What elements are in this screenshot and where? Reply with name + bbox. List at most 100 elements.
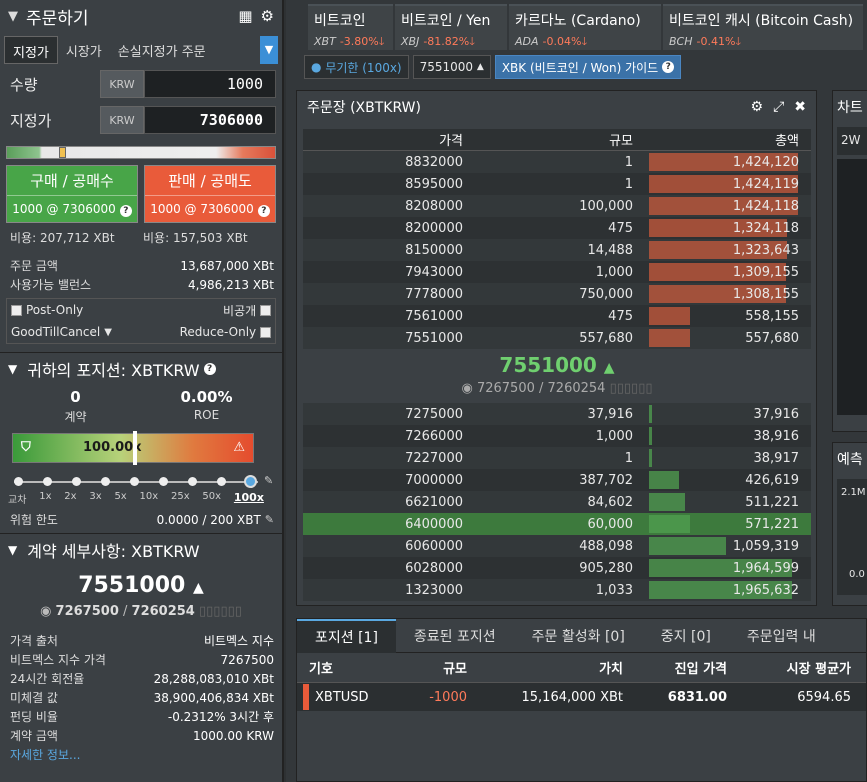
bid-row[interactable]: 7266000 1,000 38,916 [303, 425, 811, 447]
help-icon[interactable]: ? [203, 362, 216, 375]
tab-closed-positions[interactable]: 종료된 포지션 [396, 619, 514, 653]
bid-row[interactable]: 6028000 905,280 1,964,599 [303, 557, 811, 579]
bid-price[interactable]: 6621000 [303, 495, 463, 510]
tab-stop[interactable]: 손실지정가 주문 [110, 36, 214, 64]
gear-icon[interactable]: ⚙ [751, 99, 764, 115]
ask-price[interactable]: 7551000 [303, 331, 463, 346]
tick-label[interactable]: 2x [64, 491, 76, 506]
price-slider[interactable] [6, 146, 276, 159]
ticker-item[interactable]: 카르다노 (Cardano) ADA -0.04%🡓 [509, 4, 661, 50]
bid-price[interactable]: 6028000 [303, 561, 463, 576]
bid-price[interactable]: 6400000 [303, 517, 463, 532]
tick-label[interactable]: 5x [114, 491, 126, 506]
col-header-price[interactable]: 가격 [303, 130, 463, 149]
tick-label[interactable]: 50x [202, 491, 221, 506]
tick-label[interactable]: 1x [39, 491, 51, 506]
tick-label[interactable]: 100x [234, 491, 264, 506]
bid-price[interactable]: 1323000 [303, 583, 463, 598]
ticker-item[interactable]: 비트코인 캐시 (Bitcoin Cash) BCH -0.41%🡓 [663, 4, 863, 50]
timeframe-select[interactable]: 2W [837, 127, 867, 155]
leverage-slider[interactable]: ✎ [14, 474, 273, 489]
guide-button[interactable]: XBK (비트코인 / Won) 가이드? [494, 55, 682, 79]
hidden-checkbox[interactable] [260, 304, 271, 316]
tick-label[interactable]: 3x [89, 491, 101, 506]
price-input[interactable]: 7306000 [144, 106, 276, 134]
bid-row[interactable]: 7275000 37,916 37,916 [303, 403, 811, 425]
col-header-total[interactable]: 총액 [633, 130, 811, 149]
bid-price[interactable]: 6060000 [303, 539, 463, 554]
bid-row[interactable]: 7000000 387,702 426,619 [303, 469, 811, 491]
lev-tick-1[interactable] [43, 477, 52, 486]
ask-row[interactable]: 8208000 100,000 1,424,118 [303, 195, 811, 217]
slider-handle[interactable] [59, 147, 66, 158]
bid-price[interactable]: 7275000 [303, 407, 463, 422]
tab-order-history[interactable]: 주문입력 내 [729, 619, 834, 653]
bid-row[interactable]: 7227000 1 38,917 [303, 447, 811, 469]
bid-row[interactable]: 6400000 60,000 571,221 [303, 513, 811, 535]
bid-row[interactable]: 6621000 84,602 511,221 [303, 491, 811, 513]
lev-tick-7[interactable] [217, 477, 226, 486]
ticker-item[interactable]: 비트코인 / Yen XBJ -81.82%🡓 [395, 4, 507, 50]
sell-button[interactable]: 판매 / 공매도 1000 @ 7306000? [144, 165, 276, 223]
ask-price[interactable]: 7561000 [303, 309, 463, 324]
ask-price[interactable]: 7943000 [303, 265, 463, 280]
help-icon[interactable]: ? [257, 205, 270, 217]
ask-row[interactable]: 7551000 557,680 557,680 [303, 327, 811, 349]
time-in-force-select[interactable]: GoodTillCancel [11, 325, 100, 339]
bid-row[interactable]: 6060000 488,098 1,059,319 [303, 535, 811, 557]
lev-tick-0[interactable] [14, 477, 23, 486]
caret-down-icon[interactable]: ▼ [104, 327, 112, 338]
tick-label[interactable]: 25x [171, 491, 190, 506]
order-type-dropdown[interactable]: ▼ [260, 36, 278, 64]
buy-button[interactable]: 구매 / 공매수 1000 @ 7306000? [6, 165, 138, 223]
calculator-icon[interactable]: ▦ [238, 7, 252, 25]
ask-price[interactable]: 8208000 [303, 199, 463, 214]
edit-icon[interactable]: ✎ [265, 513, 274, 526]
col-value[interactable]: 가치 [467, 658, 623, 677]
lev-tick-3[interactable] [101, 477, 110, 486]
tab-stops[interactable]: 중지 [0] [643, 619, 729, 653]
ticker-item[interactable]: 비트코인 XBT -3.80%🡓 [308, 4, 393, 50]
chevron-down-icon[interactable]: ▼ [8, 9, 18, 24]
post-only-checkbox[interactable] [11, 304, 22, 316]
help-icon[interactable]: ? [119, 205, 132, 217]
ask-price[interactable]: 8595000 [303, 177, 463, 192]
ask-row[interactable]: 7561000 475 558,155 [303, 305, 811, 327]
col-header-size[interactable]: 규모 [463, 130, 633, 149]
ask-row[interactable]: 7943000 1,000 1,309,155 [303, 261, 811, 283]
ask-row[interactable]: 8200000 475 1,324,118 [303, 217, 811, 239]
lev-tick-5[interactable] [159, 477, 168, 486]
edit-icon[interactable]: ✎ [264, 474, 273, 487]
bid-price[interactable]: 7227000 [303, 451, 463, 466]
lev-tick-2[interactable] [72, 477, 81, 486]
table-row[interactable]: XBTUSD -1000 15,164,000 XBt 6831.00 6594… [297, 683, 866, 711]
col-size[interactable]: 규모 [357, 658, 467, 677]
ask-row[interactable]: 8595000 1 1,424,119 [303, 173, 811, 195]
ask-price[interactable]: 8200000 [303, 221, 463, 236]
col-entry-price[interactable]: 진입 가격 [623, 658, 727, 677]
ask-row[interactable]: 8150000 14,488 1,323,643 [303, 239, 811, 261]
tab-active-orders[interactable]: 주문 활성화 [0] [514, 619, 643, 653]
lev-slider-handle[interactable] [244, 475, 257, 488]
col-symbol[interactable]: 기호 [297, 658, 357, 677]
bid-row[interactable]: 1323000 1,033 1,965,632 [303, 579, 811, 601]
col-mark-price[interactable]: 시장 평균가 [727, 658, 851, 677]
lev-tick-6[interactable] [188, 477, 197, 486]
more-info-link[interactable]: 자세한 정보... [10, 746, 274, 763]
ask-price[interactable]: 8150000 [303, 243, 463, 258]
leverage-pill[interactable]: ● 무기한 (100x) [304, 55, 409, 79]
reduce-only-checkbox[interactable] [260, 326, 271, 338]
tab-limit[interactable]: 지정가 [4, 36, 58, 64]
tab-market[interactable]: 시장가 [58, 36, 110, 64]
contract-header[interactable]: ▼ 계약 세부사항: XBTKRW [0, 533, 282, 565]
ask-row[interactable]: 7778000 750,000 1,308,155 [303, 283, 811, 305]
quantity-input[interactable]: 1000 [144, 70, 276, 98]
expand-icon[interactable]: ⤢ [773, 99, 784, 115]
tab-positions[interactable]: 포지션 [1] [297, 618, 396, 653]
chart-canvas[interactable] [837, 159, 867, 415]
gear-icon[interactable]: ⚙ [261, 7, 274, 25]
tick-label[interactable]: 교차 [8, 491, 26, 506]
lev-tick-4[interactable] [130, 477, 139, 486]
close-icon[interactable]: ✖ [794, 99, 806, 115]
ask-price[interactable]: 8832000 [303, 155, 463, 170]
